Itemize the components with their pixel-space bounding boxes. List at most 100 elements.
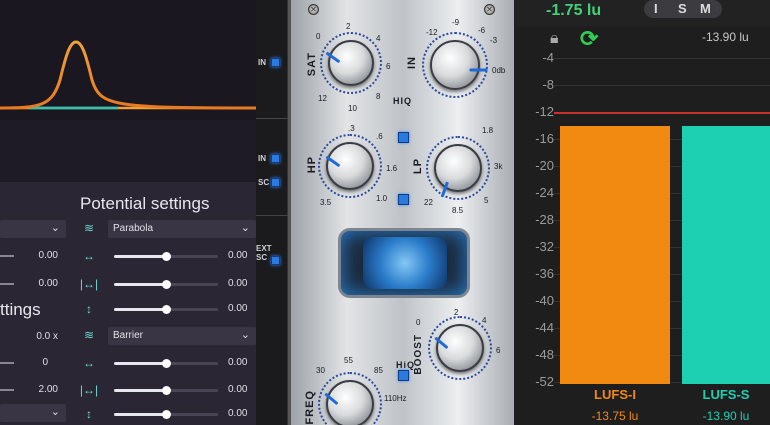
meter-axis-label: -44 bbox=[535, 320, 554, 335]
boost-knob[interactable] bbox=[436, 324, 484, 372]
hp-tick: 1.6 bbox=[386, 164, 398, 173]
slider-spread-2[interactable] bbox=[114, 359, 218, 368]
boost-tick: 6 bbox=[496, 346, 501, 355]
barrier-select[interactable]: Barrier ⌄ bbox=[108, 327, 256, 345]
sat-tick: 12 bbox=[318, 94, 327, 103]
wave-icon: ≋ bbox=[83, 221, 95, 235]
potential-select[interactable]: Parabola ⌄ bbox=[108, 220, 256, 238]
right-value: 0.00 bbox=[228, 357, 248, 368]
right-value: 0.00 bbox=[228, 408, 248, 419]
sc-led[interactable] bbox=[271, 178, 280, 187]
in-led-2[interactable] bbox=[271, 154, 280, 163]
left-value: 2.00 bbox=[38, 384, 58, 395]
left-select-1[interactable]: ⌄ bbox=[0, 220, 66, 238]
screw-icon: ✕ bbox=[308, 4, 319, 15]
boost-tick: 4 bbox=[482, 316, 487, 325]
hp-label: HP bbox=[306, 156, 318, 174]
slider-fill bbox=[114, 413, 166, 416]
potential-settings-heading: Potential settings bbox=[80, 194, 210, 213]
compressor-plugin-panel: IN IN SC EXT SC ✕ ✕ SAT 2 4 6 8 10 12 0 … bbox=[256, 0, 514, 425]
left-value: 0.00 bbox=[38, 278, 58, 289]
boost-hiq-led[interactable] bbox=[398, 370, 409, 381]
slider-knob[interactable] bbox=[162, 305, 171, 314]
meter-axis-label: -52 bbox=[535, 374, 554, 389]
slider-knob[interactable] bbox=[162, 359, 171, 368]
freq-tick: 30 bbox=[316, 366, 325, 375]
slider-knob[interactable] bbox=[162, 410, 171, 419]
freq-tick: 55 bbox=[344, 356, 353, 365]
chevron-down-icon: ⌄ bbox=[240, 222, 250, 234]
tube-glow bbox=[363, 237, 447, 289]
lufs-s-bar bbox=[682, 126, 770, 384]
right-value: 0.00 bbox=[228, 250, 248, 261]
arrows-out-icon: ↔ bbox=[83, 249, 95, 263]
sat-tick: 8 bbox=[376, 92, 381, 101]
wave-icon: ≋ bbox=[83, 328, 95, 342]
in-pointer bbox=[469, 68, 488, 72]
reset-icon[interactable]: ⟳ bbox=[580, 26, 598, 52]
divider bbox=[256, 215, 288, 216]
target-reference-line bbox=[554, 112, 770, 114]
left-select-2[interactable]: ⌄ bbox=[0, 404, 66, 422]
potential-select-value: Parabola bbox=[113, 223, 154, 234]
right-value: 0.00 bbox=[228, 384, 248, 395]
mode-i-button[interactable]: I bbox=[654, 1, 658, 16]
lufs-s-label: LUFS-S bbox=[702, 387, 750, 402]
in-knob[interactable] bbox=[430, 40, 480, 90]
slider-height[interactable] bbox=[114, 305, 218, 314]
hiq-led[interactable] bbox=[398, 132, 409, 143]
lp-tick: 3k bbox=[494, 162, 503, 171]
slider-fill bbox=[114, 308, 166, 311]
mode-s-button[interactable]: S bbox=[678, 1, 687, 16]
left-value: 0.00 bbox=[38, 250, 58, 261]
hp-tick: .3 bbox=[348, 124, 355, 133]
hp-tick: 1.0 bbox=[376, 194, 388, 203]
minus-icon bbox=[0, 362, 14, 364]
in-switch-label: IN bbox=[258, 154, 266, 163]
sat-tick: 2 bbox=[346, 22, 351, 31]
meter-axis-label: -48 bbox=[535, 347, 554, 362]
chevron-down-icon: ⌄ bbox=[50, 222, 60, 234]
meter-axis-label: -40 bbox=[535, 293, 554, 308]
settings-heading: ttings bbox=[0, 300, 41, 319]
in-tick: -3 bbox=[490, 36, 498, 45]
side-strip: IN IN SC EXT SC bbox=[256, 0, 288, 425]
sat-label: SAT bbox=[306, 52, 318, 77]
slider-width[interactable] bbox=[114, 280, 218, 289]
mode-m-button[interactable]: M bbox=[700, 1, 711, 16]
meter-axis-label: -24 bbox=[535, 185, 554, 200]
sat-knob[interactable] bbox=[328, 40, 374, 86]
in-led[interactable] bbox=[271, 58, 280, 67]
lufs-i-label: LUFS-I bbox=[594, 387, 636, 402]
loudness-meter-panel: -1.75 lu I S M 🔒︎ ⟳ -13.90 lu LUFS-I LUF… bbox=[514, 0, 770, 425]
slider-width-2[interactable] bbox=[114, 386, 218, 395]
lufs-i-bar bbox=[560, 126, 670, 384]
slider-fill bbox=[114, 255, 166, 258]
slider-height-2[interactable] bbox=[114, 410, 218, 419]
curve-peak bbox=[0, 40, 256, 110]
hp-tick: 3.5 bbox=[320, 198, 332, 207]
freq-tick: 85 bbox=[374, 366, 383, 375]
momentary-value: -1.75 lu bbox=[546, 2, 602, 19]
lock-icon[interactable]: 🔒︎ bbox=[550, 30, 559, 48]
left-value: 0.0 x bbox=[36, 331, 58, 342]
lp-mode-led[interactable] bbox=[398, 194, 409, 205]
in-tick: -12 bbox=[426, 28, 438, 37]
ext-sc-led[interactable] bbox=[271, 256, 280, 265]
slider-spread[interactable] bbox=[114, 252, 218, 261]
hp-tick: .6 bbox=[376, 132, 383, 141]
slider-knob[interactable] bbox=[162, 252, 171, 261]
slider-knob[interactable] bbox=[162, 386, 171, 395]
minus-icon bbox=[0, 389, 14, 391]
meter-axis-label: -20 bbox=[535, 158, 554, 173]
hp-knob[interactable] bbox=[326, 142, 374, 190]
bracket-arrows-icon: |↔| bbox=[79, 383, 99, 397]
lp-knob[interactable] bbox=[434, 144, 482, 192]
in-tick: -6 bbox=[478, 26, 486, 35]
sat-tick: 10 bbox=[348, 104, 357, 113]
slider-fill bbox=[114, 389, 166, 392]
left-value: 0 bbox=[42, 357, 48, 368]
meter-axis-label: -36 bbox=[535, 266, 554, 281]
sat-tick: 0 bbox=[316, 32, 321, 41]
slider-knob[interactable] bbox=[162, 280, 171, 289]
